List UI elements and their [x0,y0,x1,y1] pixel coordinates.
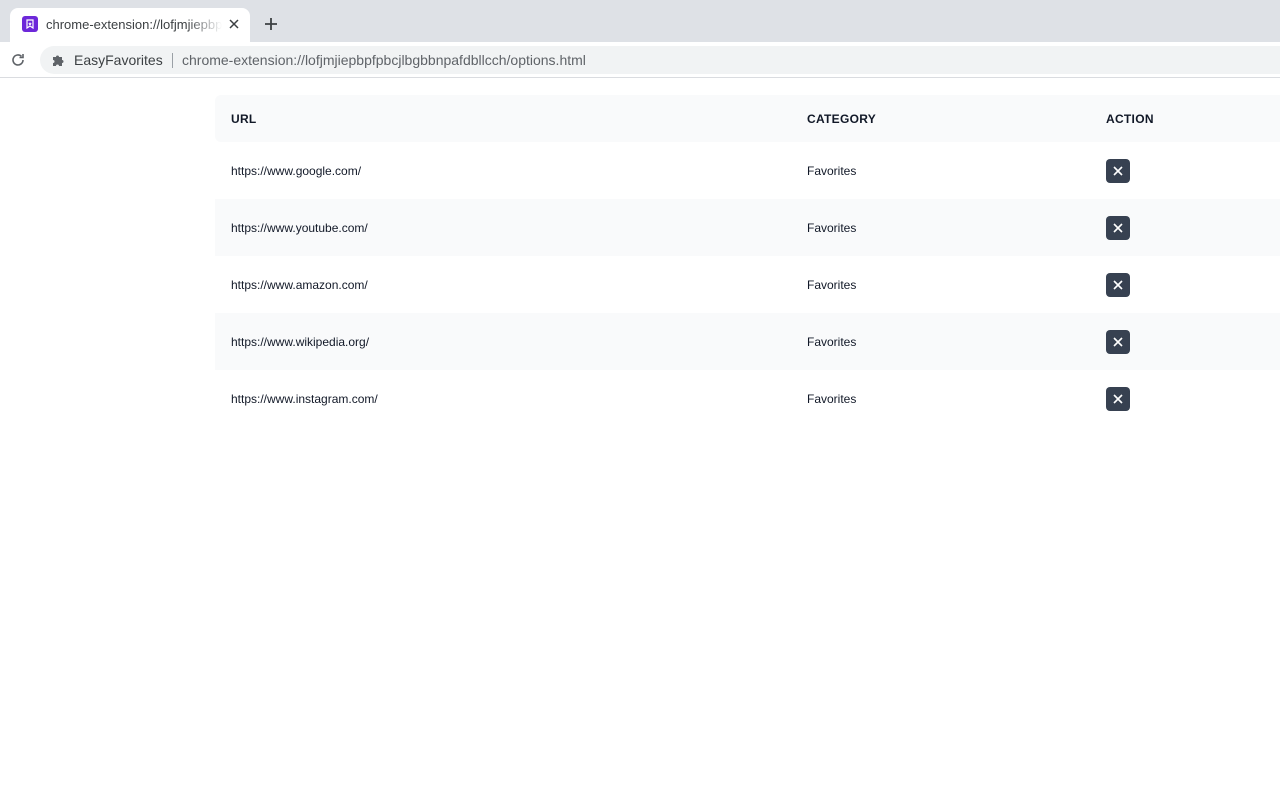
favorites-table: URL CATEGORY ACTION https://www.google.c… [215,95,1280,427]
site-name: EasyFavorites [74,52,163,68]
close-icon [1113,280,1123,290]
action-column-header: ACTION [1106,112,1154,126]
category-column-header: CATEGORY [807,112,877,126]
address-separator [172,53,173,68]
row-category: Favorites [807,392,857,406]
row-url: https://www.wikipedia.org/ [231,335,370,349]
close-icon [1113,337,1123,347]
row-category: Favorites [807,164,857,178]
browser-tab[interactable]: chrome-extension://lofjmjiepbpfpbcjlbgbb… [10,8,250,42]
table-row: https://www.youtube.com/ Favorites [215,199,1280,256]
row-category: Favorites [807,278,857,292]
url-text: chrome-extension://lofjmjiepbpfpbcjlbgbb… [182,52,586,68]
close-icon[interactable] [226,16,242,32]
address-bar[interactable]: EasyFavorites chrome-extension://lofjmji… [40,46,1280,74]
delete-button[interactable] [1106,216,1130,240]
tab-strip: chrome-extension://lofjmjiepbpfpbcjlbgbb… [0,0,1280,42]
row-url: https://www.google.com/ [231,164,362,178]
reload-icon[interactable] [9,51,27,69]
table-row: https://www.amazon.com/ Favorites [215,256,1280,313]
browser-toolbar: EasyFavorites chrome-extension://lofjmji… [0,42,1280,78]
close-icon [1113,166,1123,176]
table-header: URL CATEGORY ACTION [215,95,1280,142]
tab-title: chrome-extension://lofjmjiepbpfpbcjlbgbb… [46,17,222,32]
row-category: Favorites [807,335,857,349]
row-url: https://www.instagram.com/ [231,392,378,406]
puzzle-piece-icon [51,53,65,67]
table-row: https://www.google.com/ Favorites [215,142,1280,199]
close-icon [1113,223,1123,233]
plus-icon[interactable] [260,13,282,35]
url-column-header: URL [231,112,257,126]
table-row: https://www.instagram.com/ Favorites [215,370,1280,427]
bookmark-star-icon [22,16,38,32]
table-row: https://www.wikipedia.org/ Favorites [215,313,1280,370]
delete-button[interactable] [1106,330,1130,354]
row-url: https://www.youtube.com/ [231,221,368,235]
delete-button[interactable] [1106,273,1130,297]
close-icon [1113,394,1123,404]
delete-button[interactable] [1106,387,1130,411]
row-category: Favorites [807,221,857,235]
delete-button[interactable] [1106,159,1130,183]
row-url: https://www.amazon.com/ [231,278,368,292]
